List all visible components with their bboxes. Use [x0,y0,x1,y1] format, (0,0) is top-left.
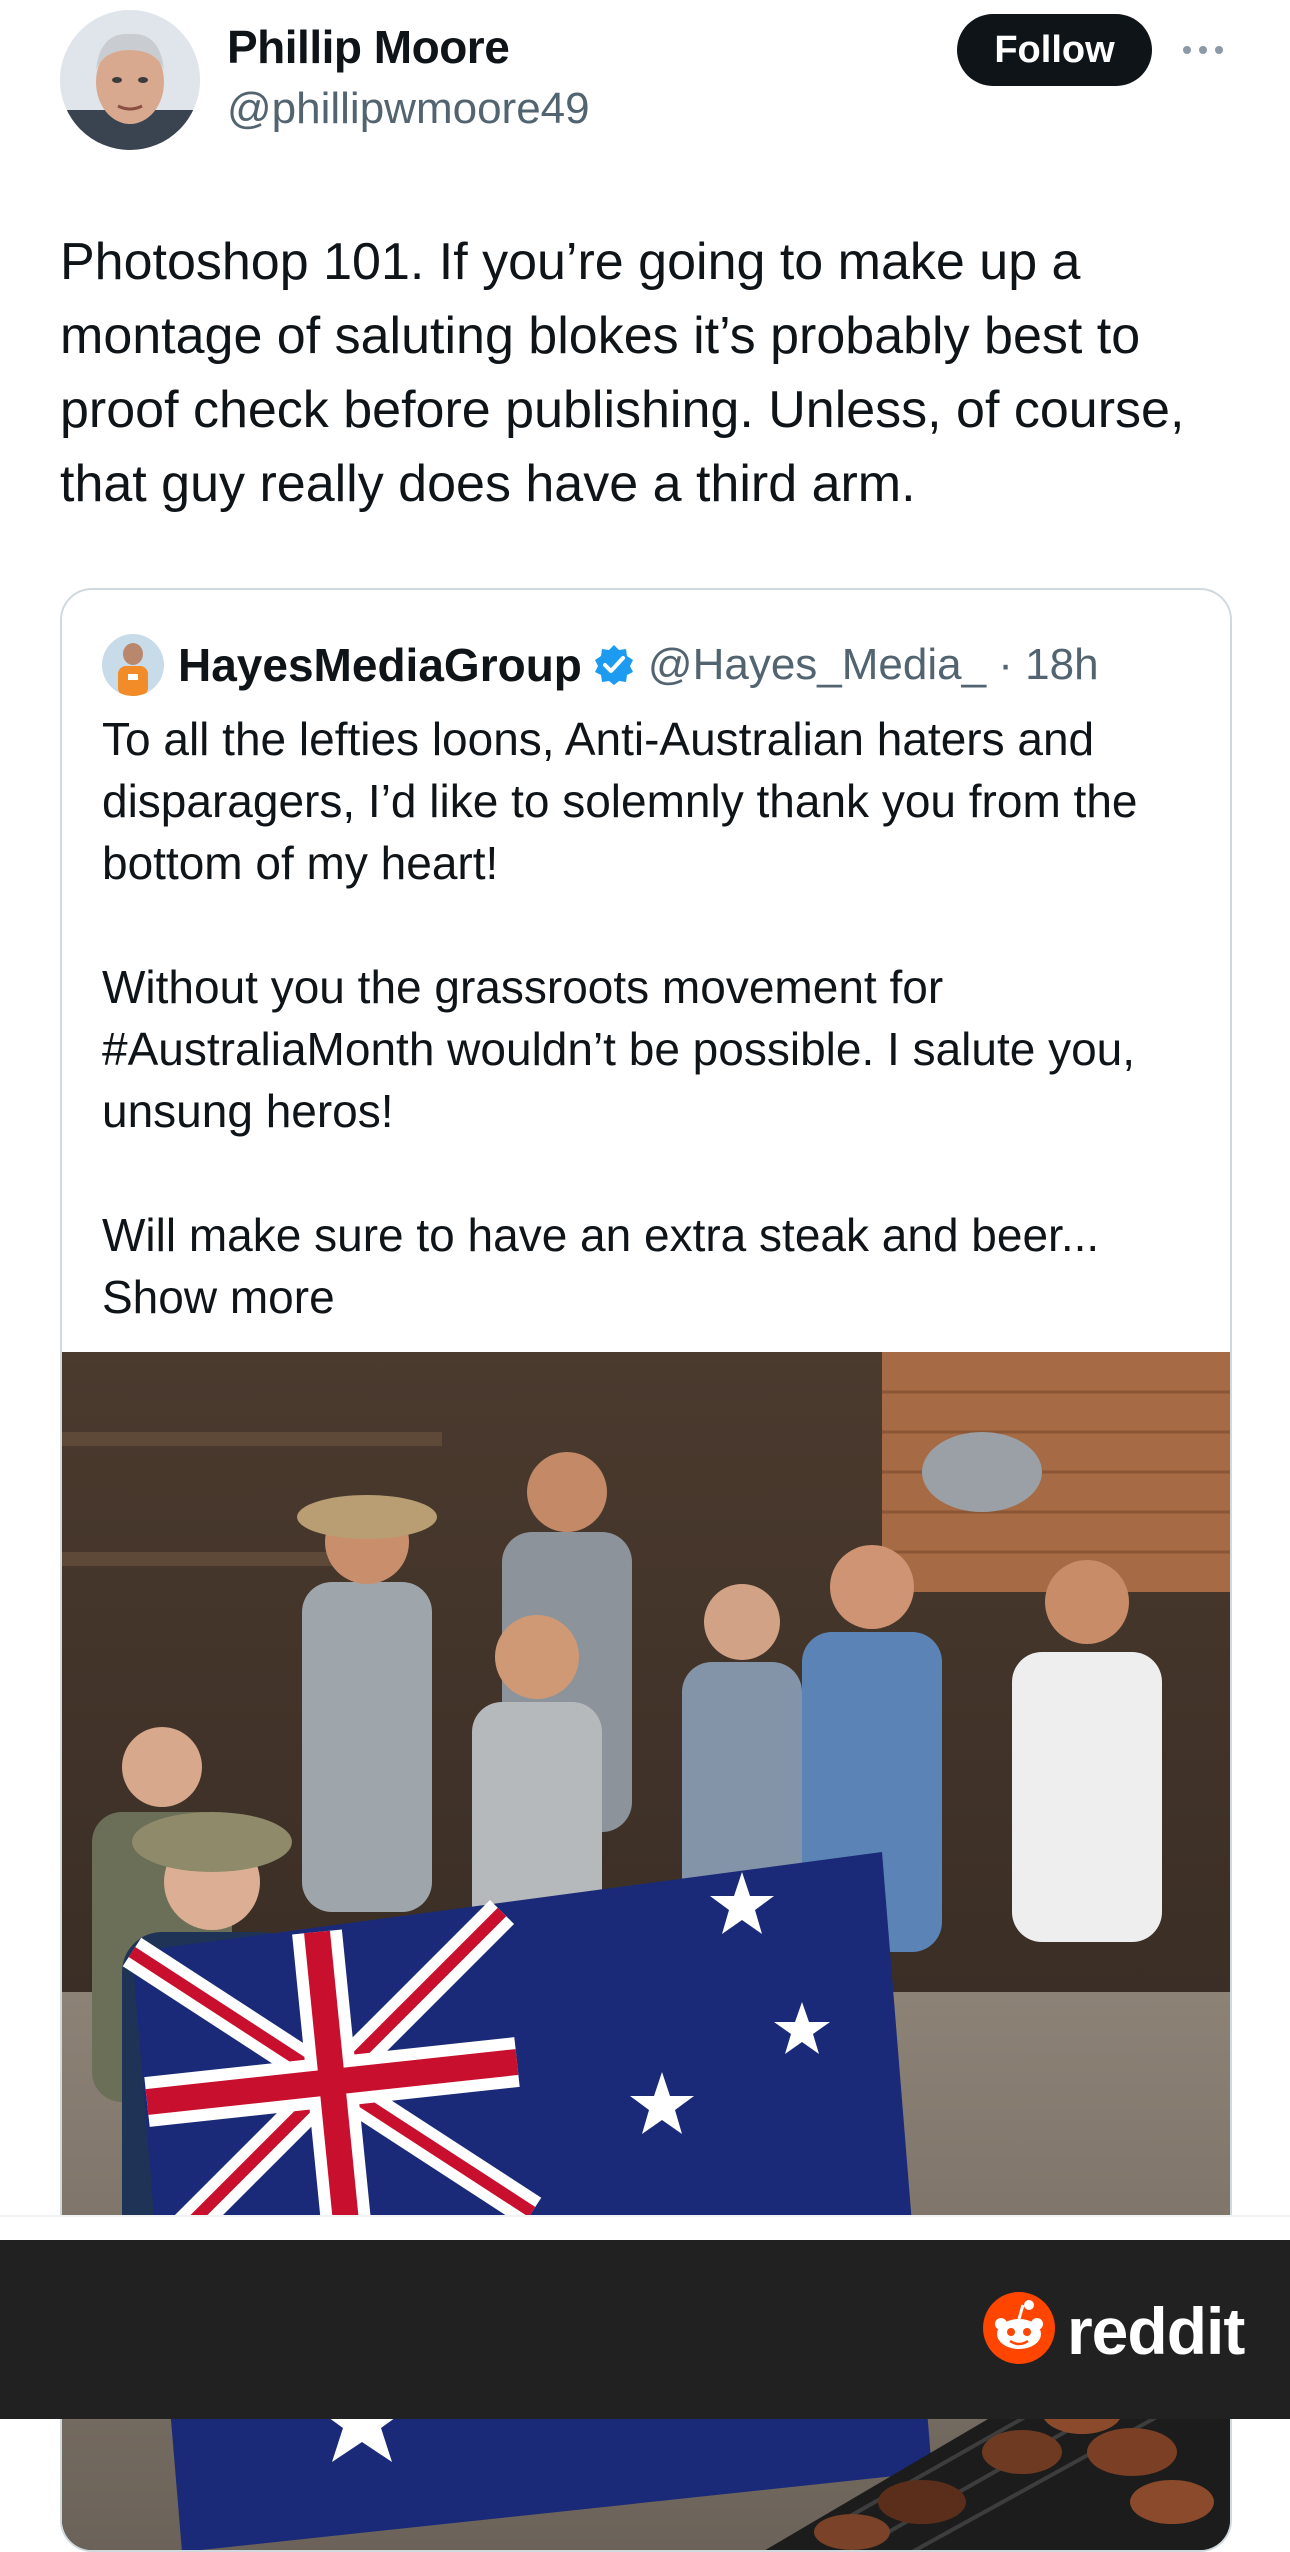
quoted-tweet-text: To all the lefties loons, Anti-Australia… [102,708,1202,1328]
quoted-author-avatar[interactable] [102,634,164,696]
tweet-header: Phillip Moore @phillipwmoore49 Follow [0,0,1290,170]
show-more-link[interactable]: Show more [102,1271,335,1323]
tweet-text: Photoshop 101. If you’re going to make u… [60,233,1199,513]
quoted-paragraph-3: Will make sure to have an extra steak an… [102,1209,1100,1261]
reddit-wordmark: reddit [1067,2293,1245,2368]
quoted-tweet-header: HayesMediaGroup @Hayes_Media_ · 18h [102,634,1099,696]
quoted-handle-time: @Hayes_Media_ · 18h [647,640,1099,689]
divider [0,2215,1290,2242]
quoted-paragraph-2: Without you the grassroots movement for … [102,961,1148,1137]
quoted-author-name[interactable]: HayesMediaGroup [178,638,582,692]
more-horizontal-icon[interactable] [1178,30,1228,70]
author-handle[interactable]: @phillipwmoore49 [227,84,590,134]
author-avatar[interactable] [60,10,200,150]
reddit-logo: reddit [983,2292,1245,2369]
reddit-snoo-icon [983,2292,1055,2369]
follow-button[interactable]: Follow [957,14,1152,86]
author-name[interactable]: Phillip Moore [227,20,510,74]
quoted-paragraph-1: To all the lefties loons, Anti-Australia… [102,713,1151,889]
verified-badge-icon [592,643,636,687]
